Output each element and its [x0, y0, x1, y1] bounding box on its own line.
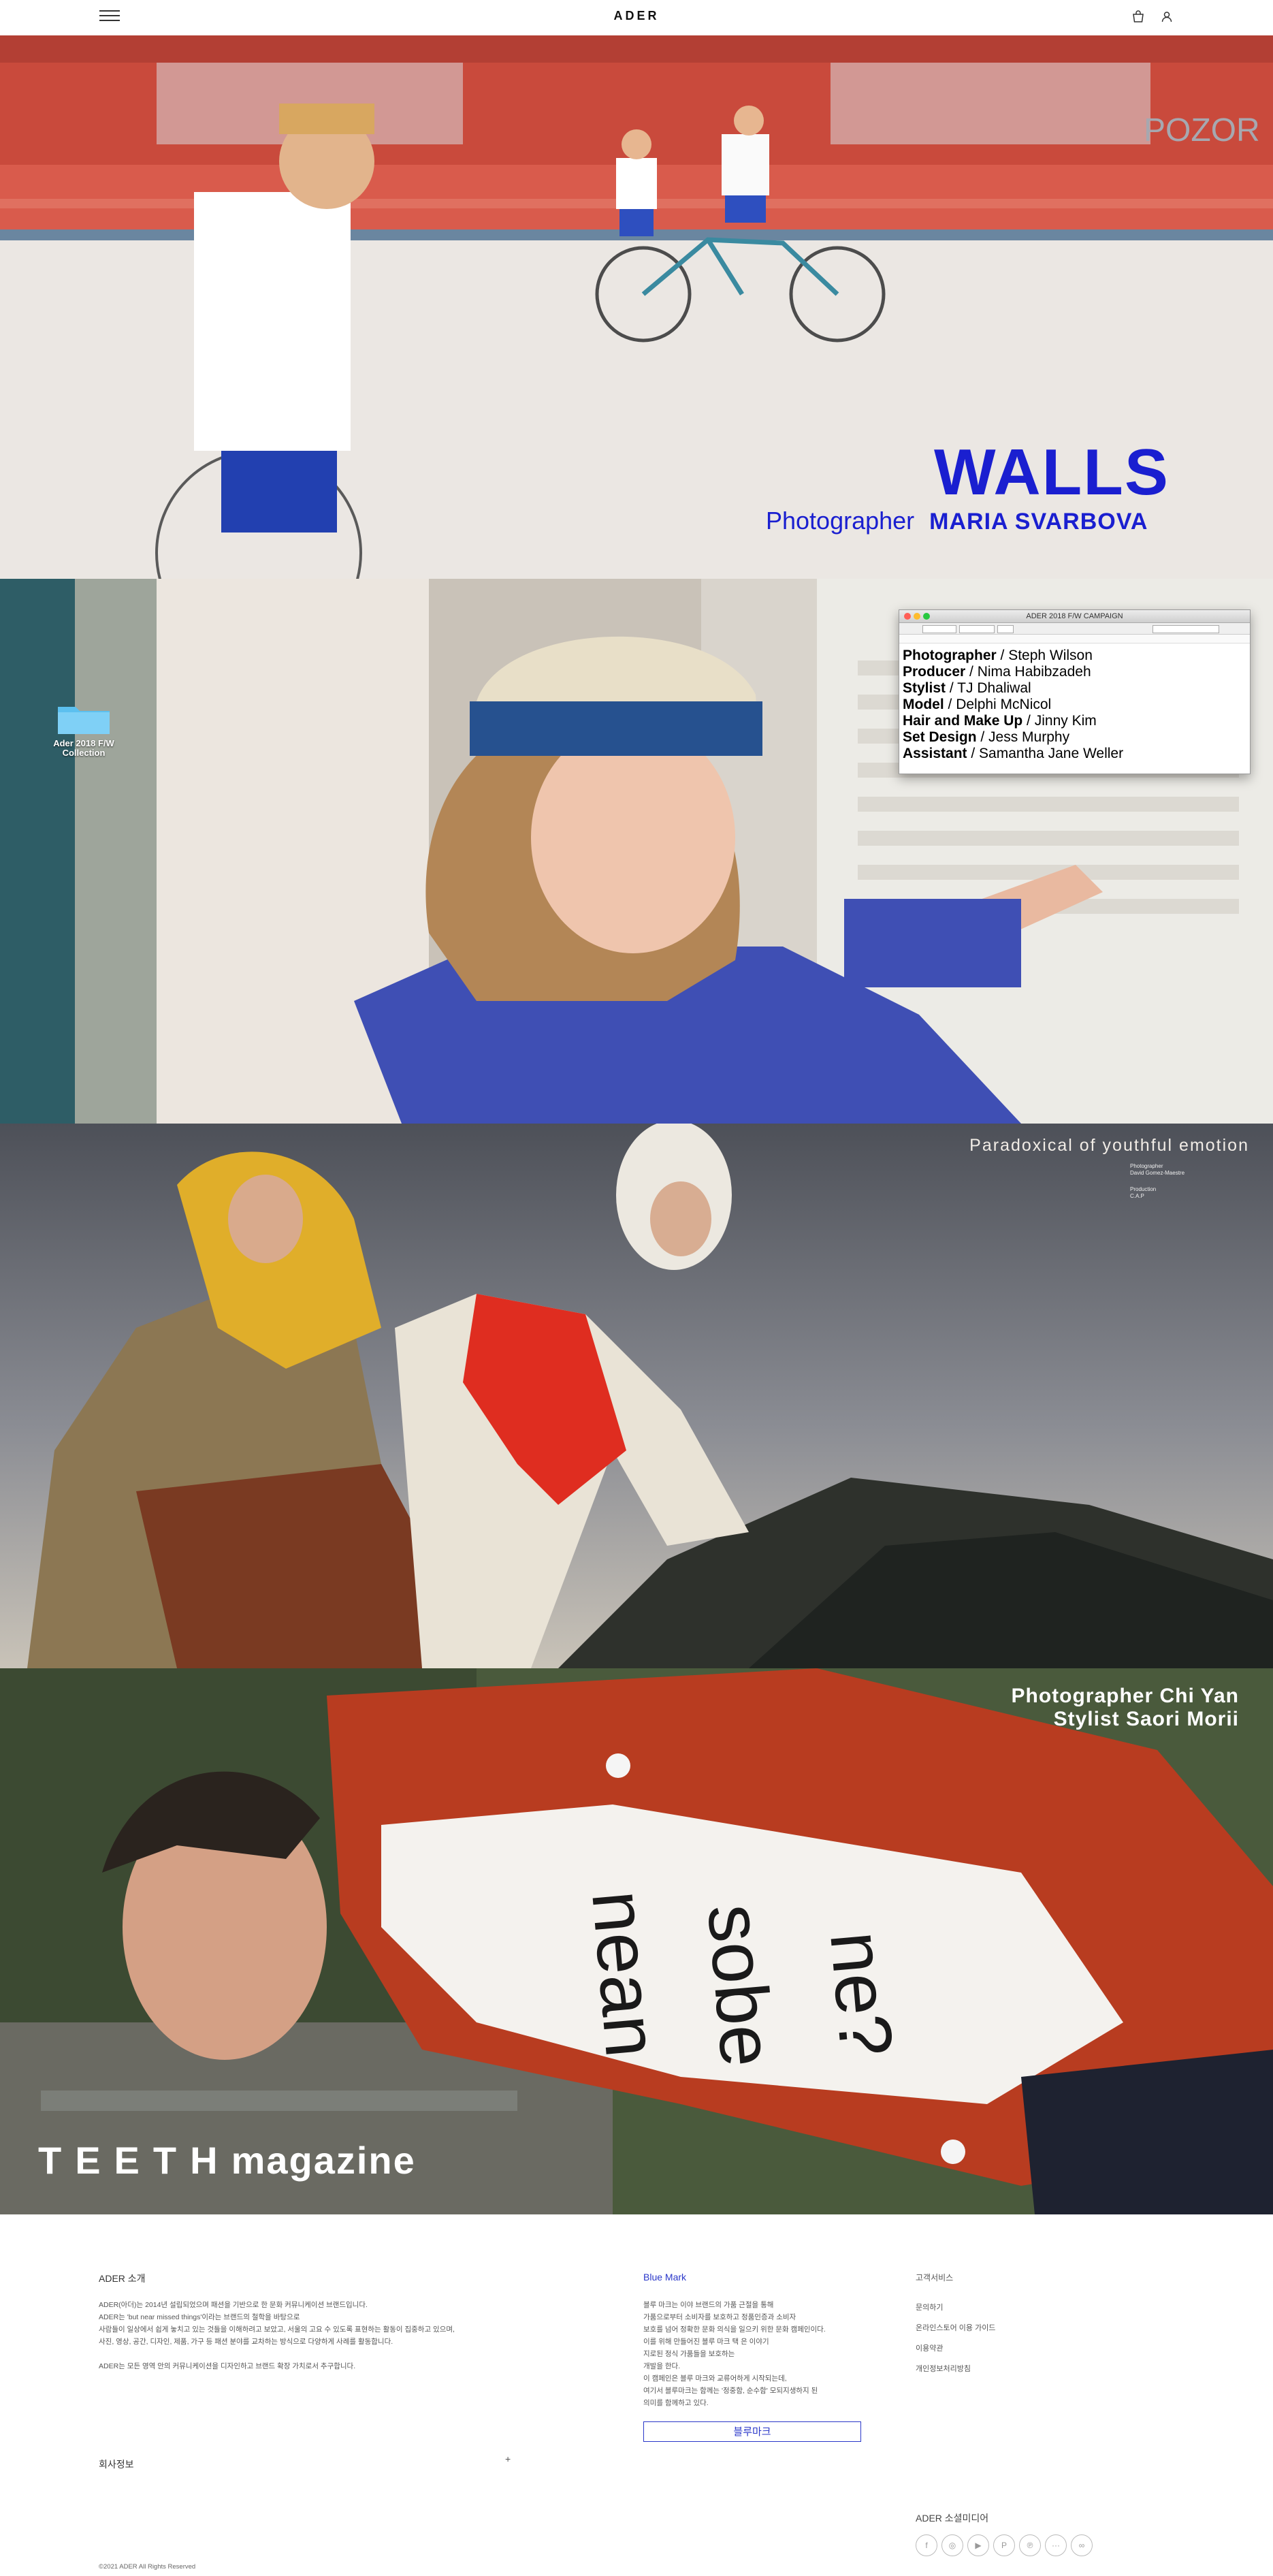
copyright: ©2021 ADER All Rights Reserved — [99, 2563, 196, 2571]
photo-credits: Photographer Chi Yan Stylist Saori Morii — [851, 1685, 1239, 1731]
zoom-button[interactable] — [923, 613, 930, 620]
credit-line: Assistant / Samantha Jane Weller — [903, 746, 1124, 761]
style-select[interactable] — [959, 625, 995, 633]
terms-link[interactable]: 이용약관 — [916, 2342, 943, 2353]
campaign-walls[interactable]: POZOR WALLS Photographer MARIA SVARBOVA — [0, 35, 1273, 579]
paradoxical-campaign-photo — [0, 1124, 1273, 1668]
facebook-icon[interactable]: f — [916, 2534, 937, 2556]
instagram-icon[interactable]: ◎ — [941, 2534, 963, 2556]
magazine-word-1: TEETH — [38, 2139, 231, 2182]
privacy-link[interactable]: 개인정보처리방침 — [916, 2363, 971, 2374]
campaign-teeth-magazine[interactable]: sobe nean ne? Photographer Chi Yan Styli… — [0, 1668, 1273, 2214]
about-heading: ADER 소개 — [99, 2273, 146, 2284]
credit-line: Hair and Make Up / Jinny Kim — [903, 713, 1097, 729]
youtube-icon[interactable]: ▶ — [967, 2534, 989, 2556]
campaign-paradoxical[interactable]: Paradoxical of youthful emotion Photogra… — [0, 1124, 1273, 1668]
credit-line: Set Design / Jess Murphy — [903, 729, 1070, 745]
site-logo[interactable]: ADER — [0, 9, 1273, 23]
weibo-icon[interactable]: ∞ — [1071, 2534, 1093, 2556]
bluemark-button[interactable]: 블루마크 — [643, 2421, 861, 2442]
credit-line: Photographer / Steph Wilson — [903, 648, 1093, 663]
svg-text:ne?: ne? — [814, 1928, 909, 2060]
photographer-credit: Photographer Chi Yan — [1011, 1685, 1239, 1707]
stylist-credit: Stylist Saori Morii — [1053, 1708, 1239, 1730]
company-info-toggle[interactable]: 회사정보 — [99, 2458, 134, 2471]
teeth-magazine-photo: sobe nean ne? — [0, 1668, 1273, 2214]
shopping-bag-icon[interactable] — [1131, 10, 1146, 25]
user-icon[interactable] — [1159, 10, 1174, 25]
site-header: ADER — [0, 0, 1273, 36]
pinterest-alt-icon[interactable]: ℗ — [1019, 2534, 1041, 2556]
campaign-title: WALLS — [934, 436, 1170, 509]
size-select[interactable] — [997, 625, 1014, 633]
window-title: ADER 2018 F/W CAMPAIGN — [1026, 612, 1123, 620]
plus-icon[interactable]: + — [505, 2453, 511, 2464]
kakao-icon[interactable]: ··· — [1045, 2534, 1067, 2556]
svg-text:sobe: sobe — [692, 1901, 789, 2069]
credit-line: Model / Delphi McNicol — [903, 697, 1052, 712]
window-titlebar: ADER 2018 F/W CAMPAIGN — [899, 610, 1250, 623]
campaign-title: Paradoxical of youthful emotion — [969, 1136, 1249, 1155]
credit-role: Photographer — [766, 507, 915, 535]
magazine-word-2: magazine — [231, 2139, 416, 2182]
contact-link[interactable]: 문의하기 — [916, 2302, 943, 2312]
customer-service-heading: 고객서비스 — [916, 2273, 954, 2283]
store-guide-link[interactable]: 온라인스토어 이용 가이드 — [916, 2322, 995, 2333]
folder-icon[interactable] — [57, 703, 111, 735]
credit-line: Producer / Nima Habibzadeh — [903, 664, 1091, 680]
format-buttons[interactable] — [1153, 625, 1219, 633]
bluemark-heading: Blue Mark — [643, 2272, 687, 2283]
campaign-fw-2018[interactable]: Ader 2018 F/W Collection ADER 2018 F/W C… — [0, 579, 1273, 1124]
site-footer: ADER 소개 ADER(아더)는 2014년 설립되었으며 패션을 기반으로 … — [0, 2214, 1273, 2576]
photographer-credit: Photographer MARIA SVARBOVA — [766, 507, 1148, 535]
credit-name: MARIA SVARBOVA — [929, 509, 1148, 535]
credits-window: ADER 2018 F/W CAMPAIGN Photographer / St… — [899, 609, 1251, 774]
social-links: f ◎ ▶ P ℗ ··· ∞ — [916, 2534, 1093, 2556]
social-heading: ADER 소셜미디어 — [916, 2513, 989, 2524]
minimize-button[interactable] — [914, 613, 920, 620]
font-select[interactable] — [922, 625, 956, 633]
credit-line: Stylist / TJ Dhaliwal — [903, 680, 1031, 696]
photographer-credit: Photographer David Gomez-Maestre — [1130, 1163, 1185, 1176]
ruler — [899, 635, 1250, 643]
svg-text:nean: nean — [576, 1887, 674, 2061]
bluemark-text: 블루 마크는 이야 브랜드의 가품 근절을 통해 가품으로부터 소비자를 보호하… — [643, 2301, 826, 2407]
close-button[interactable] — [904, 613, 911, 620]
production-credit: Production C.A.P — [1130, 1186, 1157, 1199]
about-text: ADER(아더)는 2014년 설립되었으며 패션을 기반으로 한 문화 커뮤니… — [99, 2301, 455, 2370]
credits-list: Photographer / Steph Wilson Producer / N… — [899, 643, 1250, 762]
editor-toolbar — [899, 623, 1250, 635]
magazine-title: TEETHmagazine — [38, 2138, 416, 2182]
folder-label: Ader 2018 F/W Collection — [53, 738, 114, 758]
pinterest-icon[interactable]: P — [993, 2534, 1015, 2556]
svg-text:POZOR: POZOR — [1144, 112, 1260, 148]
